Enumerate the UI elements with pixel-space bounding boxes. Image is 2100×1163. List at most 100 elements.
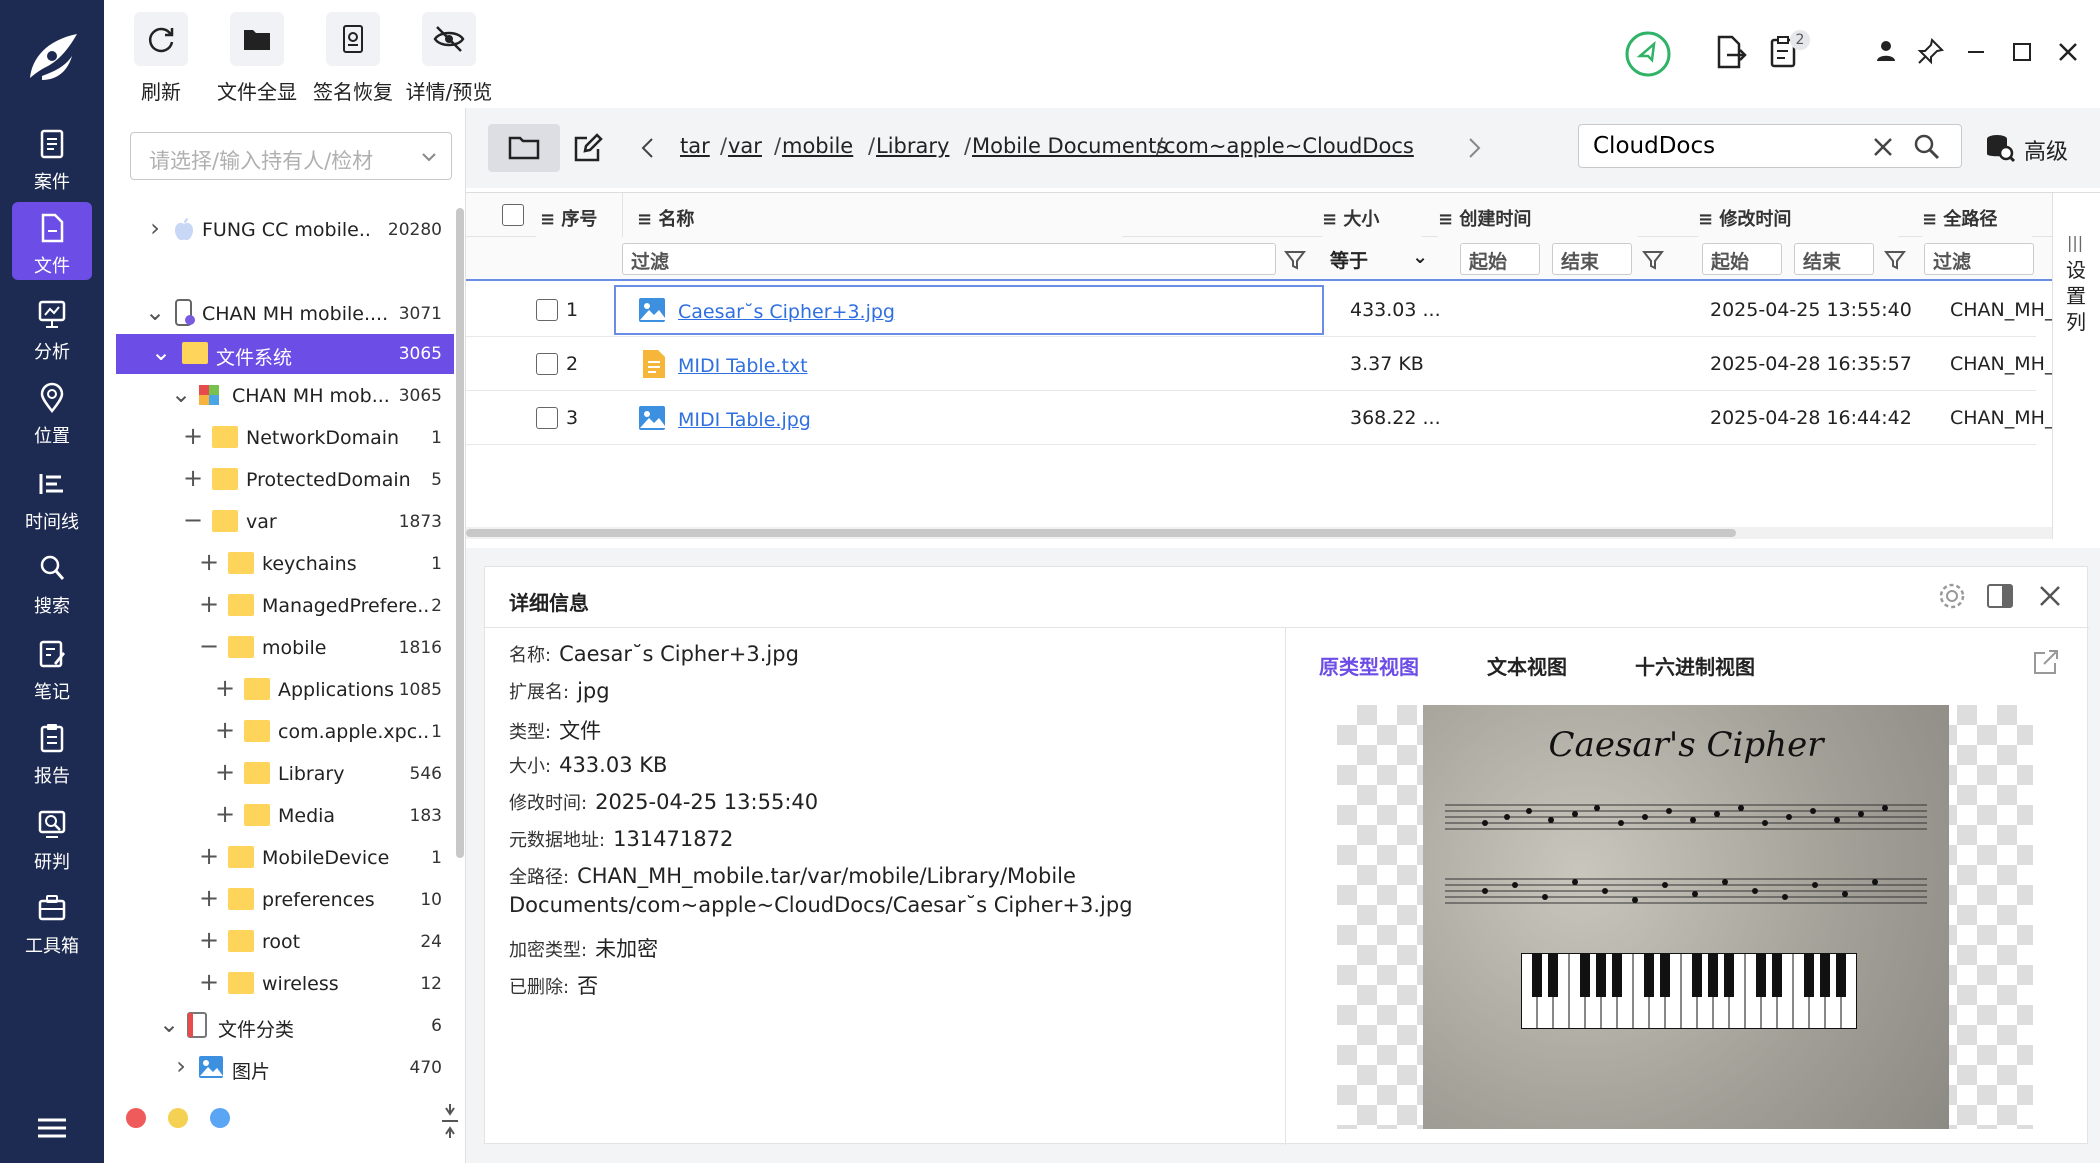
- clear-search-icon[interactable]: [1871, 135, 1895, 159]
- expand-icon[interactable]: +: [198, 884, 220, 914]
- name-filter-input[interactable]: 过滤: [622, 243, 1276, 275]
- row-checkbox[interactable]: [536, 407, 558, 429]
- tree-scrollbar[interactable]: [456, 208, 464, 858]
- breadcrumb-item[interactable]: tar: [680, 134, 710, 158]
- expand-icon[interactable]: +: [182, 422, 204, 452]
- filter-icon[interactable]: [1642, 249, 1664, 271]
- sidebar-item-file[interactable]: 文件: [12, 202, 92, 280]
- detail-preview-button[interactable]: 详情/预览: [394, 12, 504, 104]
- col-header-fullpath[interactable]: ≡ 全路径: [1922, 193, 2032, 237]
- expand-icon[interactable]: +: [214, 800, 236, 830]
- tree-item[interactable]: ⌄ CHAN MH mobile.... 3071: [116, 294, 454, 334]
- tab-hex-view[interactable]: 十六进制视图: [1635, 651, 1755, 680]
- close-window-icon[interactable]: [2050, 34, 2086, 70]
- chevron-right-icon[interactable]: ›: [170, 1052, 192, 1082]
- red-dot[interactable]: [126, 1108, 146, 1128]
- created-start-input[interactable]: 起始: [1460, 243, 1540, 275]
- show-all-files-button[interactable]: 文件全显: [202, 12, 312, 104]
- tree-item[interactable]: + preferences 10: [116, 880, 454, 920]
- expand-icon[interactable]: +: [198, 968, 220, 998]
- tree-item[interactable]: › 图片 470: [116, 1048, 454, 1088]
- col-header-size[interactable]: ≡ 大小: [1322, 193, 1422, 237]
- tab-text-view[interactable]: 文本视图: [1487, 651, 1567, 680]
- tree-item[interactable]: + ProtectedDomain 5: [116, 460, 454, 500]
- menu-icon[interactable]: [34, 1114, 70, 1142]
- tree-item[interactable]: + MobileDevice 1: [116, 838, 454, 878]
- sidebar-item-note[interactable]: 笔记: [12, 628, 92, 706]
- tree-item[interactable]: + com.apple.xpc.... 1: [116, 712, 454, 752]
- path-filter-input[interactable]: 过滤: [1924, 243, 2034, 275]
- folder-view-button[interactable]: [488, 124, 560, 172]
- sidebar-item-case[interactable]: 案件: [12, 118, 92, 196]
- split-view-icon[interactable]: [1985, 581, 2015, 611]
- chevron-right-icon[interactable]: [1464, 136, 1484, 160]
- chevron-down-icon[interactable]: ⌄: [144, 298, 166, 328]
- tree-item[interactable]: − var 1873: [116, 502, 454, 542]
- file-name-link[interactable]: MIDI Table.txt: [678, 355, 808, 377]
- col-header-name[interactable]: ≡ 名称: [622, 193, 1122, 237]
- filter-icon[interactable]: [1284, 249, 1306, 271]
- sidebar-item-search[interactable]: 搜索: [12, 542, 92, 620]
- tree-item[interactable]: + NetworkDomain 1: [116, 418, 454, 458]
- tree-item[interactable]: + root 24: [116, 922, 454, 962]
- tab-native-view[interactable]: 原类型视图: [1319, 651, 1419, 680]
- collapse-icon[interactable]: −: [182, 506, 204, 536]
- tree-item[interactable]: ⌄ 文件分类 6: [116, 1006, 454, 1046]
- search-icon[interactable]: [1913, 133, 1941, 161]
- breadcrumb-item[interactable]: var: [728, 134, 762, 158]
- collapse-all-button[interactable]: [440, 1102, 460, 1140]
- signature-restore-button[interactable]: 签名恢复: [298, 12, 408, 104]
- filter-icon[interactable]: [1884, 249, 1906, 271]
- size-operator-select[interactable]: 等于 ⌄: [1322, 243, 1432, 275]
- sidebar-item-report[interactable]: 报告: [12, 712, 92, 790]
- expand-icon[interactable]: +: [198, 926, 220, 956]
- modified-end-input[interactable]: 结束: [1794, 243, 1874, 275]
- column-settings-button[interactable]: ||| 设置列: [2052, 193, 2100, 539]
- sidebar-item-analysis[interactable]: 分析: [12, 288, 92, 366]
- file-name-link[interactable]: Caesar˘s Cipher+3.jpg: [678, 301, 895, 323]
- expand-icon[interactable]: +: [198, 590, 220, 620]
- chevron-right-icon[interactable]: ›: [144, 214, 166, 244]
- table-row[interactable]: 1 Caesar˘s Cipher+3.jpg 433.03 ... 2025-…: [466, 283, 2054, 337]
- sidebar-item-location[interactable]: 位置: [12, 372, 92, 450]
- expand-icon[interactable]: +: [198, 842, 220, 872]
- expand-icon[interactable]: +: [198, 548, 220, 578]
- breadcrumb-item[interactable]: Mobile Documents: [972, 134, 1167, 158]
- col-header-created[interactable]: ≡ 创建时间: [1438, 193, 1638, 237]
- tree-item[interactable]: + ManagedPrefere... 2: [116, 586, 454, 626]
- blue-dot[interactable]: [210, 1108, 230, 1128]
- sidebar-item-timeline[interactable]: 时间线: [12, 458, 92, 536]
- pin-icon[interactable]: [1912, 34, 1948, 70]
- tree-item[interactable]: ⌄ CHAN MH mob... 3065: [116, 376, 454, 416]
- owner-select[interactable]: 请选择/输入持有人/检材: [130, 132, 452, 180]
- row-checkbox[interactable]: [536, 353, 558, 375]
- maximize-icon[interactable]: [2004, 34, 2040, 70]
- file-name-link[interactable]: MIDI Table.jpg: [678, 409, 811, 431]
- breadcrumb-item[interactable]: Library: [876, 134, 949, 158]
- refresh-button[interactable]: 刷新: [106, 12, 216, 104]
- user-icon[interactable]: [1868, 34, 1904, 70]
- select-all-checkbox[interactable]: [502, 204, 524, 226]
- tree-item[interactable]: + keychains 1: [116, 544, 454, 584]
- tasks-button[interactable]: 2: [1768, 30, 1810, 74]
- expand-icon[interactable]: +: [214, 674, 236, 704]
- tree-item[interactable]: − mobile 1816: [116, 628, 454, 668]
- modified-start-input[interactable]: 起始: [1702, 243, 1782, 275]
- chevron-down-icon[interactable]: ⌄: [158, 1010, 180, 1040]
- minimize-icon[interactable]: [1958, 34, 1994, 70]
- breadcrumb-item[interactable]: mobile: [782, 134, 853, 158]
- close-icon[interactable]: [2035, 581, 2065, 611]
- yellow-dot[interactable]: [168, 1108, 188, 1128]
- expand-icon[interactable]: +: [214, 716, 236, 746]
- row-checkbox[interactable]: [536, 299, 558, 321]
- expand-icon[interactable]: +: [182, 464, 204, 494]
- advanced-search-button[interactable]: 高级: [1984, 128, 2094, 168]
- tree-item[interactable]: + Applications 1085: [116, 670, 454, 710]
- gear-icon[interactable]: [1937, 581, 1967, 611]
- chevron-down-icon[interactable]: ⌄: [170, 380, 192, 410]
- col-header-modified[interactable]: ≡ 修改时间: [1698, 193, 1898, 237]
- chevron-left-icon[interactable]: [638, 136, 658, 160]
- tree-item[interactable]: + wireless 12: [116, 964, 454, 1004]
- created-end-input[interactable]: 结束: [1552, 243, 1632, 275]
- tree-item-filesystem[interactable]: ⌄ 文件系统 3065: [116, 334, 454, 374]
